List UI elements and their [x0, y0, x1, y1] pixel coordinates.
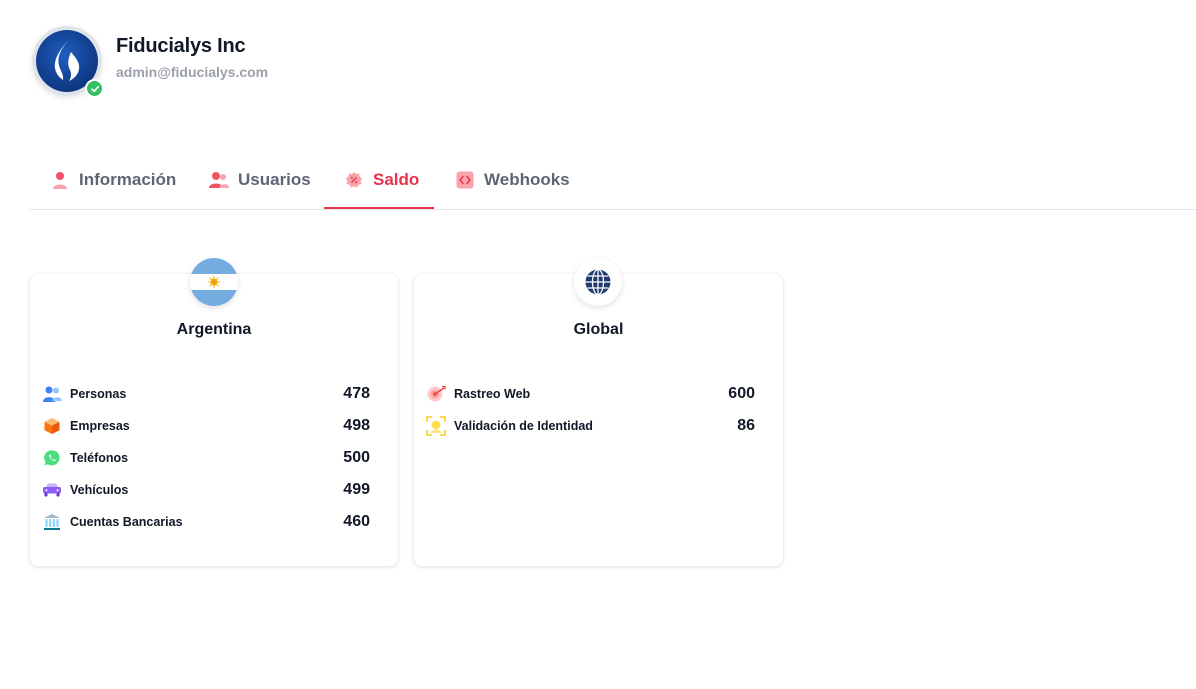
list-item-value: 600	[728, 385, 755, 402]
list-item-label: Teléfonos	[70, 451, 129, 465]
percent-badge-icon	[344, 170, 364, 190]
users-icon	[209, 170, 229, 190]
tab-saldo[interactable]: Saldo	[344, 150, 419, 210]
people-icon	[42, 384, 62, 404]
card-title: Global	[573, 321, 624, 338]
profile-header: Fiducialys Inc admin@fiducialys.com	[32, 26, 268, 98]
face-scan-icon	[426, 416, 446, 436]
list-item-label: Cuentas Bancarias	[70, 515, 183, 529]
list-item-rastreo-web: Rastreo Web	[426, 382, 530, 406]
tab-usuarios[interactable]: Usuarios	[209, 150, 311, 210]
company-email: admin@fiducialys.com	[116, 63, 269, 80]
code-icon	[455, 170, 475, 190]
company-name: Fiducialys Inc	[116, 34, 246, 57]
list-item-cuentas-bancarias: Cuentas Bancarias	[42, 510, 183, 534]
list-item-label: Vehículos	[70, 483, 129, 497]
tab-saldo-label: Saldo	[373, 170, 420, 189]
tab-bar: Información Usuarios Saldo Webhooks	[30, 150, 1196, 210]
avatar-container	[32, 26, 104, 98]
tab-informacion[interactable]: Información	[50, 150, 176, 210]
verified-check-icon	[85, 79, 104, 98]
list-item-validacion-identidad: Validación de Identidad	[426, 414, 593, 438]
list-item-label: Empresas	[70, 419, 130, 433]
car-icon	[42, 480, 62, 500]
active-tab-indicator	[324, 207, 434, 209]
list-item-telefonos: Teléfonos	[42, 446, 128, 470]
tab-usuarios-label: Usuarios	[238, 170, 311, 189]
card-title: Argentina	[176, 321, 252, 338]
list-item-value: 460	[343, 513, 370, 530]
list-item-value: 499	[343, 481, 370, 498]
balance-card-global: Global Rastreo Web 600 Validación de Ide…	[414, 258, 783, 566]
list-item-personas: Personas	[42, 382, 126, 406]
list-item-label: Validación de Identidad	[454, 419, 593, 433]
target-icon	[426, 384, 446, 404]
list-item-empresas: Empresas	[42, 414, 130, 438]
tab-webhooks-label: Webhooks	[484, 170, 570, 189]
tab-informacion-label: Información	[79, 170, 177, 189]
balance-card-argentina: Argentina Personas 478 Empresas 498 Telé…	[30, 258, 398, 566]
list-item-value: 498	[343, 417, 370, 434]
box-icon	[42, 416, 62, 436]
list-item-value: 86	[737, 417, 755, 434]
bank-icon	[42, 512, 62, 532]
list-item-vehiculos: Vehículos	[42, 478, 128, 502]
list-item-label: Personas	[70, 387, 127, 401]
whatsapp-icon	[42, 448, 62, 468]
tab-webhooks[interactable]: Webhooks	[455, 150, 570, 210]
argentina-flag-icon	[190, 258, 238, 306]
profile-text: Fiducialys Inc admin@fiducialys.com	[116, 35, 268, 80]
list-item-label: Rastreo Web	[454, 387, 531, 401]
list-item-value: 500	[343, 449, 370, 466]
list-item-value: 478	[343, 385, 370, 402]
user-icon	[50, 170, 70, 190]
globe-icon	[574, 258, 622, 306]
